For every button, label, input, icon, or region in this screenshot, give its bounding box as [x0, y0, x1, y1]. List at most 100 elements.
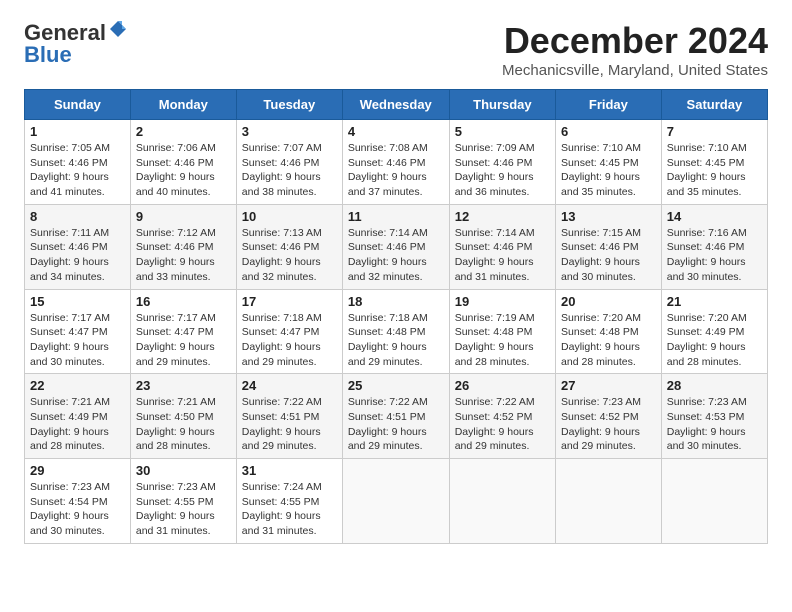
calendar-day-18: 18 Sunrise: 7:18 AMSunset: 4:48 PMDayligh…	[342, 289, 449, 374]
calendar-day-17: 17 Sunrise: 7:18 AMSunset: 4:47 PMDayligh…	[236, 289, 342, 374]
calendar-day-20: 20 Sunrise: 7:20 AMSunset: 4:48 PMDayligh…	[556, 289, 662, 374]
day-detail: Sunrise: 7:23 AMSunset: 4:52 PMDaylight:…	[561, 395, 656, 454]
day-detail: Sunrise: 7:14 AMSunset: 4:46 PMDaylight:…	[348, 226, 444, 285]
day-detail: Sunrise: 7:08 AMSunset: 4:46 PMDaylight:…	[348, 141, 444, 200]
day-number: 21	[667, 294, 762, 309]
day-detail: Sunrise: 7:21 AMSunset: 4:49 PMDaylight:…	[30, 395, 125, 454]
day-number: 4	[348, 124, 444, 139]
day-number: 25	[348, 378, 444, 393]
day-number: 13	[561, 209, 656, 224]
calendar-day-15: 15Sunrise: 7:17 AMSunset: 4:47 PMDayligh…	[25, 289, 131, 374]
day-number: 9	[136, 209, 231, 224]
day-detail: Sunrise: 7:20 AMSunset: 4:49 PMDaylight:…	[667, 311, 762, 370]
calendar-day-7: 7Sunrise: 7:10 AMSunset: 4:45 PMDaylight…	[661, 120, 767, 205]
day-detail: Sunrise: 7:22 AMSunset: 4:51 PMDaylight:…	[348, 395, 444, 454]
calendar-day-19: 19 Sunrise: 7:19 AMSunset: 4:48 PMDayligh…	[449, 289, 555, 374]
calendar-day-30: 30 Sunrise: 7:23 AMSunset: 4:55 PMDayligh…	[130, 459, 236, 544]
calendar-day-26: 26 Sunrise: 7:22 AMSunset: 4:52 PMDayligh…	[449, 374, 555, 459]
calendar-day-10: 10 Sunrise: 7:13 AMSunset: 4:46 PMDayligh…	[236, 204, 342, 289]
calendar-day-1: 1Sunrise: 7:05 AMSunset: 4:46 PMDaylight…	[25, 120, 131, 205]
day-number: 10	[242, 209, 337, 224]
calendar-day-12: 12 Sunrise: 7:14 AMSunset: 4:46 PMDayligh…	[449, 204, 555, 289]
calendar-day-9: 9Sunrise: 7:12 AMSunset: 4:46 PMDaylight…	[130, 204, 236, 289]
day-detail: Sunrise: 7:10 AMSunset: 4:45 PMDaylight:…	[667, 141, 762, 200]
day-number: 29	[30, 463, 125, 478]
header: General Blue December 2024 Mechanicsvill…	[24, 20, 768, 79]
day-header-friday: Friday	[556, 90, 662, 120]
calendar-day-31: 31Sunrise: 7:24 AMSunset: 4:55 PMDayligh…	[236, 459, 342, 544]
calendar-day-21: 21 Sunrise: 7:20 AMSunset: 4:49 PMDayligh…	[661, 289, 767, 374]
day-detail: Sunrise: 7:22 AMSunset: 4:51 PMDaylight:…	[242, 395, 337, 454]
day-number: 3	[242, 124, 337, 139]
empty-cell	[449, 459, 555, 544]
day-detail: Sunrise: 7:07 AMSunset: 4:46 PMDaylight:…	[242, 141, 337, 200]
day-detail: Sunrise: 7:22 AMSunset: 4:52 PMDaylight:…	[455, 395, 550, 454]
day-detail: Sunrise: 7:10 AMSunset: 4:45 PMDaylight:…	[561, 141, 656, 200]
day-detail: Sunrise: 7:20 AMSunset: 4:48 PMDaylight:…	[561, 311, 656, 370]
day-detail: Sunrise: 7:13 AMSunset: 4:46 PMDaylight:…	[242, 226, 337, 285]
calendar-day-11: 11 Sunrise: 7:14 AMSunset: 4:46 PMDayligh…	[342, 204, 449, 289]
day-number: 8	[30, 209, 125, 224]
day-detail: Sunrise: 7:19 AMSunset: 4:48 PMDaylight:…	[455, 311, 550, 370]
calendar-day-24: 24 Sunrise: 7:22 AMSunset: 4:51 PMDayligh…	[236, 374, 342, 459]
day-number: 19	[455, 294, 550, 309]
day-number: 2	[136, 124, 231, 139]
day-number: 17	[242, 294, 337, 309]
day-number: 6	[561, 124, 656, 139]
day-number: 22	[30, 378, 125, 393]
day-number: 28	[667, 378, 762, 393]
empty-cell	[556, 459, 662, 544]
day-number: 24	[242, 378, 337, 393]
day-detail: Sunrise: 7:14 AMSunset: 4:46 PMDaylight:…	[455, 226, 550, 285]
day-number: 11	[348, 209, 444, 224]
day-number: 5	[455, 124, 550, 139]
day-number: 31	[242, 463, 337, 478]
day-number: 18	[348, 294, 444, 309]
day-detail: Sunrise: 7:23 AMSunset: 4:55 PMDaylight:…	[136, 480, 231, 539]
day-number: 14	[667, 209, 762, 224]
calendar-day-23: 23Sunrise: 7:21 AMSunset: 4:50 PMDayligh…	[130, 374, 236, 459]
day-detail: Sunrise: 7:17 AMSunset: 4:47 PMDaylight:…	[30, 311, 125, 370]
calendar-day-22: 22 Sunrise: 7:21 AMSunset: 4:49 PMDayligh…	[25, 374, 131, 459]
day-detail: Sunrise: 7:18 AMSunset: 4:48 PMDaylight:…	[348, 311, 444, 370]
day-number: 27	[561, 378, 656, 393]
day-header-thursday: Thursday	[449, 90, 555, 120]
logo: General Blue	[24, 20, 128, 68]
day-detail: Sunrise: 7:05 AMSunset: 4:46 PMDaylight:…	[30, 141, 125, 200]
calendar-day-4: 4 Sunrise: 7:08 AMSunset: 4:46 PMDaylight…	[342, 120, 449, 205]
day-number: 23	[136, 378, 231, 393]
day-header-wednesday: Wednesday	[342, 90, 449, 120]
day-detail: Sunrise: 7:15 AMSunset: 4:46 PMDaylight:…	[561, 226, 656, 285]
day-number: 16	[136, 294, 231, 309]
subtitle: Mechanicsville, Maryland, United States	[502, 62, 768, 79]
day-detail: Sunrise: 7:09 AMSunset: 4:46 PMDaylight:…	[455, 141, 550, 200]
day-detail: Sunrise: 7:06 AMSunset: 4:46 PMDaylight:…	[136, 141, 231, 200]
calendar-table: SundayMondayTuesdayWednesdayThursdayFrid…	[24, 89, 768, 544]
day-detail: Sunrise: 7:23 AMSunset: 4:53 PMDaylight:…	[667, 395, 762, 454]
title-area: December 2024 Mechanicsville, Maryland, …	[502, 20, 768, 79]
day-detail: Sunrise: 7:23 AMSunset: 4:54 PMDaylight:…	[30, 480, 125, 539]
calendar-day-28: 28 Sunrise: 7:23 AMSunset: 4:53 PMDayligh…	[661, 374, 767, 459]
calendar-day-16: 16 Sunrise: 7:17 AMSunset: 4:47 PMDayligh…	[130, 289, 236, 374]
empty-cell	[342, 459, 449, 544]
calendar-day-13: 13 Sunrise: 7:15 AMSunset: 4:46 PMDayligh…	[556, 204, 662, 289]
calendar-day-3: 3 Sunrise: 7:07 AMSunset: 4:46 PMDaylight…	[236, 120, 342, 205]
day-header-tuesday: Tuesday	[236, 90, 342, 120]
empty-cell	[661, 459, 767, 544]
calendar-day-2: 2 Sunrise: 7:06 AMSunset: 4:46 PMDaylight…	[130, 120, 236, 205]
day-number: 26	[455, 378, 550, 393]
day-number: 30	[136, 463, 231, 478]
day-detail: Sunrise: 7:18 AMSunset: 4:47 PMDaylight:…	[242, 311, 337, 370]
calendar-day-29: 29 Sunrise: 7:23 AMSunset: 4:54 PMDayligh…	[25, 459, 131, 544]
day-number: 12	[455, 209, 550, 224]
day-detail: Sunrise: 7:17 AMSunset: 4:47 PMDaylight:…	[136, 311, 231, 370]
calendar-day-25: 25 Sunrise: 7:22 AMSunset: 4:51 PMDayligh…	[342, 374, 449, 459]
day-detail: Sunrise: 7:16 AMSunset: 4:46 PMDaylight:…	[667, 226, 762, 285]
day-header-saturday: Saturday	[661, 90, 767, 120]
day-header-monday: Monday	[130, 90, 236, 120]
day-number: 20	[561, 294, 656, 309]
calendar-day-5: 5 Sunrise: 7:09 AMSunset: 4:46 PMDaylight…	[449, 120, 555, 205]
logo-blue: Blue	[24, 42, 72, 68]
calendar-day-27: 27 Sunrise: 7:23 AMSunset: 4:52 PMDayligh…	[556, 374, 662, 459]
day-detail: Sunrise: 7:11 AMSunset: 4:46 PMDaylight:…	[30, 226, 125, 285]
